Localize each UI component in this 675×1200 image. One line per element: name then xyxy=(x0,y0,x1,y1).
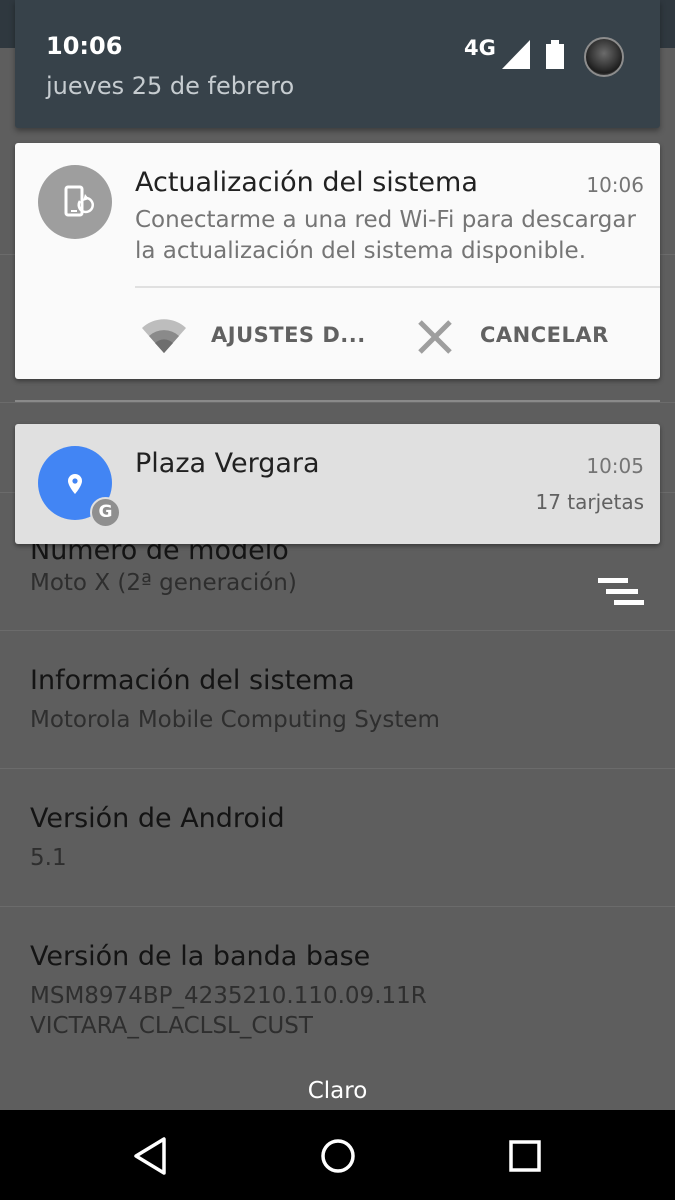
clear-all-icon[interactable] xyxy=(598,578,646,614)
divider xyxy=(15,400,660,402)
signal-icon xyxy=(502,40,530,69)
settings-row-value: Motorola Mobile Computing System xyxy=(30,707,440,733)
recents-icon[interactable] xyxy=(503,1134,547,1178)
phone-update-icon xyxy=(64,185,94,217)
settings-row-title: Versión de Android xyxy=(30,803,285,834)
settings-row-android-version[interactable]: Versión de Android 5.1 xyxy=(0,769,675,907)
wifi-settings-action-button[interactable]: AJUSTES D... xyxy=(140,311,380,359)
notification-system-update[interactable]: Actualización del sistema 10:06 Conectar… xyxy=(15,143,660,379)
action-label: AJUSTES D... xyxy=(211,323,366,347)
back-icon[interactable] xyxy=(130,1134,174,1178)
carrier-label: Claro xyxy=(307,1078,368,1104)
avatar[interactable] xyxy=(584,37,624,77)
cancel-action-button[interactable]: CANCELAR xyxy=(410,311,640,359)
notification-place-cards[interactable]: G Plaza Vergara 10:05 17 tarjetas xyxy=(15,424,660,544)
notification-time: 10:06 xyxy=(586,173,644,197)
wifi-icon xyxy=(142,319,186,353)
settings-row-system-info[interactable]: Información del sistema Motorola Mobile … xyxy=(0,631,675,769)
settings-row-value-line2: VICTARA_CLACLSL_CUST xyxy=(30,1013,313,1039)
notification-title: Actualización del sistema xyxy=(135,167,478,198)
settings-row-baseband[interactable]: Versión de la banda base MSM8974BP_42352… xyxy=(0,907,675,1075)
google-badge-icon: G xyxy=(90,497,121,528)
settings-row-value-line1: MSM8974BP_4235210.110.09.11R xyxy=(30,983,427,1009)
navigation-bar xyxy=(0,1110,675,1200)
notification-time: 10:05 xyxy=(586,454,644,478)
close-icon xyxy=(418,320,452,354)
settings-row-value: Moto X (2ª generación) xyxy=(30,570,297,596)
home-icon[interactable] xyxy=(316,1134,360,1178)
network-type-label: 4G xyxy=(464,36,496,60)
battery-icon xyxy=(546,40,564,69)
notification-body: Conectarme a una red Wi-Fi para descarga… xyxy=(135,207,636,264)
carrier-bar: Claro xyxy=(0,1074,675,1110)
app-icon-circle xyxy=(38,165,112,239)
notification-detail: 17 tarjetas xyxy=(535,490,644,514)
divider xyxy=(135,286,660,288)
clock: 10:06 xyxy=(46,32,123,60)
settings-row-title: Información del sistema xyxy=(30,665,355,696)
notification-title: Plaza Vergara xyxy=(135,448,320,479)
settings-row-value: 5.1 xyxy=(30,845,67,871)
settings-row-title: Versión de la banda base xyxy=(30,941,371,972)
date-label[interactable]: jueves 25 de febrero xyxy=(46,72,294,100)
action-label: CANCELAR xyxy=(480,323,609,347)
